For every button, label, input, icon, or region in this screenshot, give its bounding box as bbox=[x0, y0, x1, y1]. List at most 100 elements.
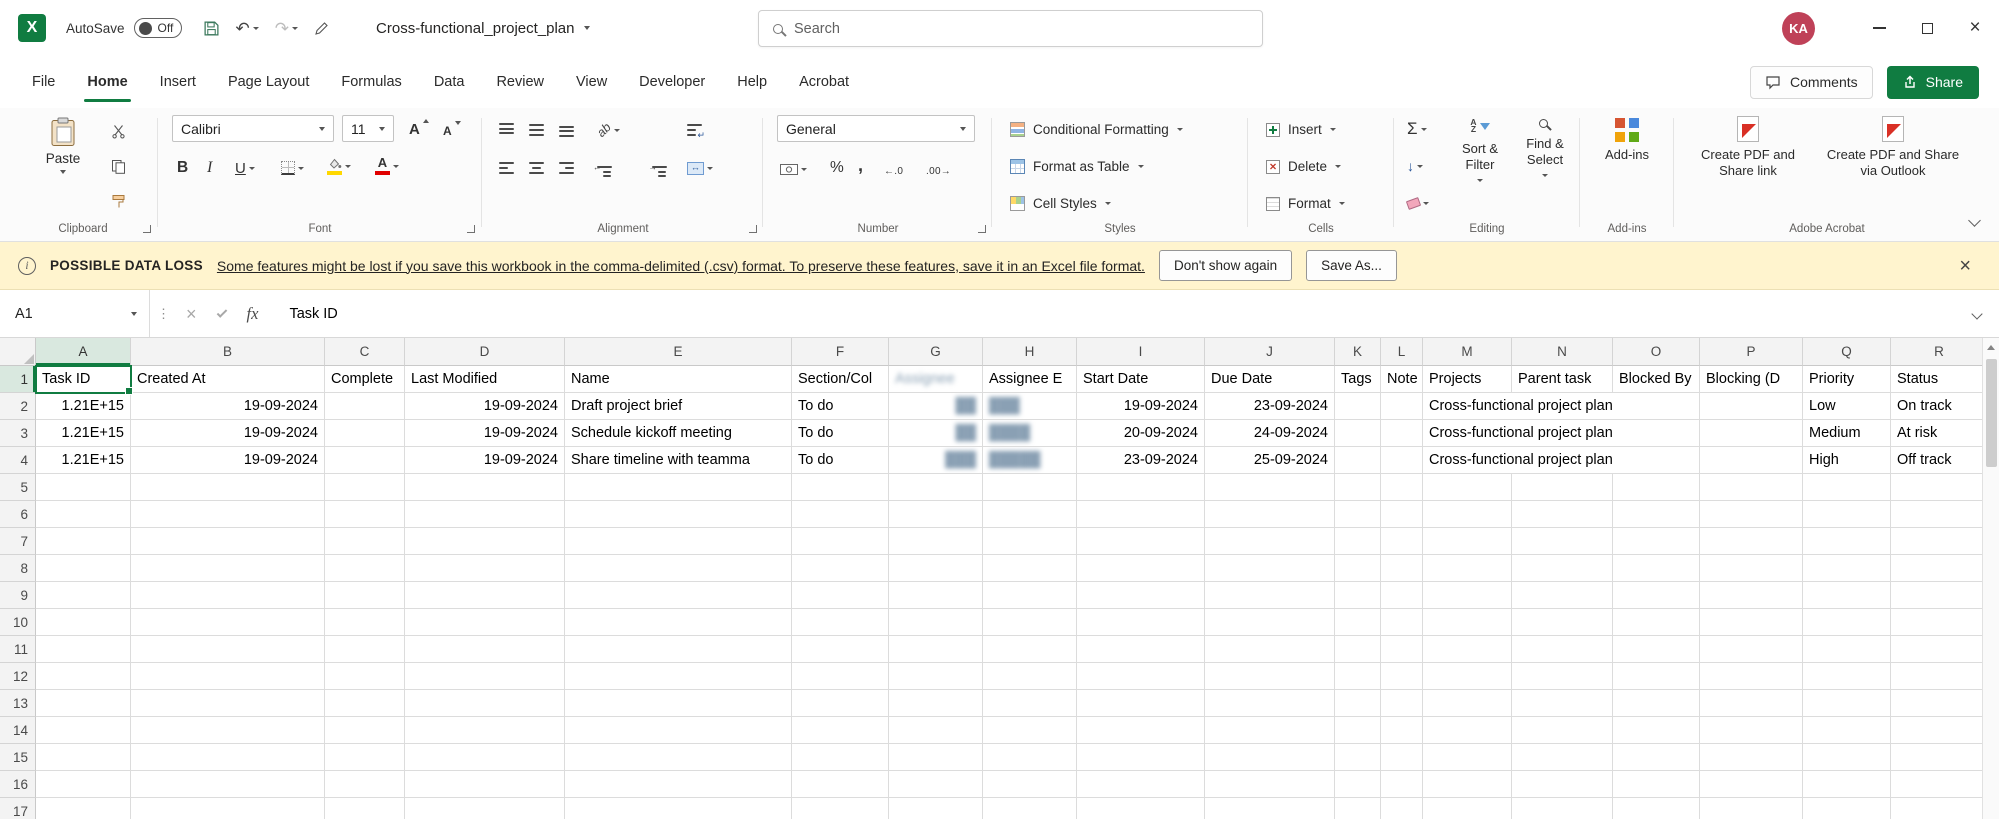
column-header-a[interactable]: A bbox=[36, 338, 131, 366]
autosave-toggle[interactable]: Off bbox=[133, 18, 182, 38]
cell-A9[interactable] bbox=[36, 582, 131, 609]
cell-G10[interactable] bbox=[889, 609, 983, 636]
cell-Q7[interactable] bbox=[1803, 528, 1891, 555]
cell-D11[interactable] bbox=[405, 636, 565, 663]
row-header-9[interactable]: 9 bbox=[0, 582, 36, 609]
cell-E5[interactable] bbox=[565, 474, 792, 501]
cell-H10[interactable] bbox=[983, 609, 1077, 636]
cell-B11[interactable] bbox=[131, 636, 325, 663]
cell-I6[interactable] bbox=[1077, 501, 1205, 528]
cell-O7[interactable] bbox=[1613, 528, 1700, 555]
cell-H5[interactable] bbox=[983, 474, 1077, 501]
cell-P2[interactable] bbox=[1700, 393, 1803, 420]
create-pdf-share-link-button[interactable]: Create PDF and Share link bbox=[1689, 116, 1807, 180]
cell-K11[interactable] bbox=[1335, 636, 1381, 663]
cell-B7[interactable] bbox=[131, 528, 325, 555]
cell-J2[interactable]: 23-09-2024 bbox=[1205, 393, 1335, 420]
document-title-control[interactable]: Cross-functional_project_plan bbox=[376, 20, 590, 37]
cell-B6[interactable] bbox=[131, 501, 325, 528]
cell-L4[interactable] bbox=[1381, 447, 1423, 474]
column-header-r[interactable]: R bbox=[1891, 338, 1988, 366]
cell-L10[interactable] bbox=[1381, 609, 1423, 636]
cell-C11[interactable] bbox=[325, 636, 405, 663]
column-header-j[interactable]: J bbox=[1205, 338, 1335, 366]
cell-C5[interactable] bbox=[325, 474, 405, 501]
cell-H11[interactable] bbox=[983, 636, 1077, 663]
cell-M3[interactable]: Cross-functional project plan bbox=[1423, 420, 1616, 447]
cell-M17[interactable] bbox=[1423, 798, 1512, 819]
conditional-formatting-button[interactable]: Conditional Formatting bbox=[1004, 116, 1189, 143]
cell-J10[interactable] bbox=[1205, 609, 1335, 636]
cell-G13[interactable] bbox=[889, 690, 983, 717]
share-button[interactable]: Share bbox=[1886, 65, 1979, 99]
cell-C2[interactable] bbox=[325, 393, 405, 420]
find-select-button[interactable]: Find & Select bbox=[1516, 116, 1574, 177]
cell-H1[interactable]: Assignee E bbox=[983, 366, 1077, 393]
cell-E8[interactable] bbox=[565, 555, 792, 582]
cell-N16[interactable] bbox=[1512, 771, 1613, 798]
cell-N15[interactable] bbox=[1512, 744, 1613, 771]
cell-R9[interactable] bbox=[1891, 582, 1988, 609]
addins-button[interactable]: Add-ins bbox=[1596, 118, 1658, 163]
cell-I1[interactable]: Start Date bbox=[1077, 366, 1205, 393]
dont-show-again-button[interactable]: Don't show again bbox=[1158, 250, 1293, 281]
cell-F15[interactable] bbox=[792, 744, 889, 771]
cell-R13[interactable] bbox=[1891, 690, 1988, 717]
cell-Q17[interactable] bbox=[1803, 798, 1891, 819]
format-cells-button[interactable]: Format bbox=[1260, 190, 1351, 217]
cell-B9[interactable] bbox=[131, 582, 325, 609]
cell-F7[interactable] bbox=[792, 528, 889, 555]
cell-D15[interactable] bbox=[405, 744, 565, 771]
cell-J15[interactable] bbox=[1205, 744, 1335, 771]
row-header-13[interactable]: 13 bbox=[0, 690, 36, 717]
scrollbar-thumb[interactable] bbox=[1985, 359, 1997, 467]
cell-M4[interactable]: Cross-functional project plan bbox=[1423, 447, 1616, 474]
row-header-1[interactable]: 1 bbox=[0, 366, 36, 393]
column-header-d[interactable]: D bbox=[405, 338, 565, 366]
cell-O10[interactable] bbox=[1613, 609, 1700, 636]
cell-K15[interactable] bbox=[1335, 744, 1381, 771]
cell-F14[interactable] bbox=[792, 717, 889, 744]
cell-N12[interactable] bbox=[1512, 663, 1613, 690]
cell-F3[interactable]: To do bbox=[792, 420, 889, 447]
create-pdf-share-outlook-button[interactable]: Create PDF and Share via Outlook bbox=[1825, 116, 1961, 180]
cell-R14[interactable] bbox=[1891, 717, 1988, 744]
cell-N11[interactable] bbox=[1512, 636, 1613, 663]
cell-G9[interactable] bbox=[889, 582, 983, 609]
align-left-button[interactable] bbox=[496, 155, 517, 181]
cell-L2[interactable] bbox=[1381, 393, 1423, 420]
cell-N7[interactable] bbox=[1512, 528, 1613, 555]
cell-C6[interactable] bbox=[325, 501, 405, 528]
cell-N17[interactable] bbox=[1512, 798, 1613, 819]
vertical-scrollbar[interactable] bbox=[1982, 338, 1999, 819]
cell-N5[interactable] bbox=[1512, 474, 1613, 501]
cell-Q13[interactable] bbox=[1803, 690, 1891, 717]
autosave-control[interactable]: AutoSave Off bbox=[66, 18, 182, 38]
cell-B10[interactable] bbox=[131, 609, 325, 636]
cell-B8[interactable] bbox=[131, 555, 325, 582]
cell-styles-button[interactable]: Cell Styles bbox=[1004, 190, 1117, 217]
number-dialog-launcher-icon[interactable] bbox=[978, 225, 986, 233]
cell-P17[interactable] bbox=[1700, 798, 1803, 819]
cell-G2[interactable]: ██ bbox=[889, 393, 983, 420]
row-header-8[interactable]: 8 bbox=[0, 555, 36, 582]
decrease-indent-button[interactable] bbox=[593, 159, 615, 185]
increase-decimal-button[interactable]: ←.0 bbox=[881, 158, 906, 184]
cell-O1[interactable]: Blocked By bbox=[1613, 366, 1700, 393]
formula-bar-expand-icon[interactable] bbox=[1971, 307, 1983, 320]
cell-C16[interactable] bbox=[325, 771, 405, 798]
cell-M5[interactable] bbox=[1423, 474, 1512, 501]
cell-N13[interactable] bbox=[1512, 690, 1613, 717]
cell-K13[interactable] bbox=[1335, 690, 1381, 717]
cell-E2[interactable]: Draft project brief bbox=[565, 393, 792, 420]
number-format-combo[interactable]: General bbox=[777, 115, 975, 142]
cell-O4[interactable] bbox=[1613, 447, 1700, 474]
cell-Q15[interactable] bbox=[1803, 744, 1891, 771]
cell-A7[interactable] bbox=[36, 528, 131, 555]
row-header-14[interactable]: 14 bbox=[0, 717, 36, 744]
cell-Q9[interactable] bbox=[1803, 582, 1891, 609]
cell-Q6[interactable] bbox=[1803, 501, 1891, 528]
row-header-5[interactable]: 5 bbox=[0, 474, 36, 501]
tab-developer[interactable]: Developer bbox=[623, 56, 721, 108]
cell-J8[interactable] bbox=[1205, 555, 1335, 582]
